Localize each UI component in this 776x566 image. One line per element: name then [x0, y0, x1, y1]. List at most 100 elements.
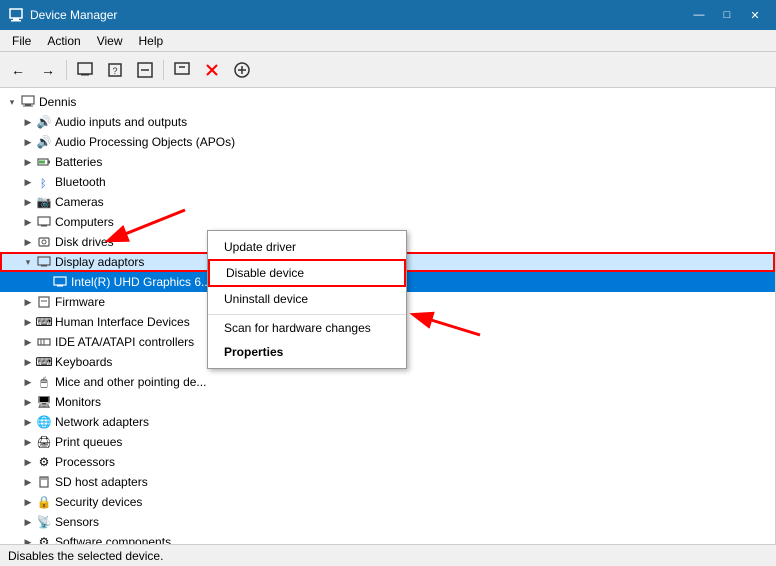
sd-icon: [36, 474, 52, 490]
expand-network: ▶: [20, 414, 36, 430]
tree-print[interactable]: ▶ 🖨 Print queues: [0, 432, 775, 452]
display-label: Display adaptors: [55, 255, 144, 269]
toolbar-add[interactable]: [228, 56, 256, 84]
title-bar-controls: — □ ✕: [686, 4, 768, 26]
status-bar: Disables the selected device.: [0, 544, 776, 566]
tree-sd[interactable]: ▶ SD host adapters: [0, 472, 775, 492]
apo-icon: 🔊: [36, 134, 52, 150]
expand-root: ▾: [4, 94, 20, 110]
ctx-update-driver[interactable]: Update driver: [208, 235, 406, 259]
expand-processors: ▶: [20, 454, 36, 470]
menu-action[interactable]: Action: [39, 32, 88, 50]
tree-computers[interactable]: ▶ Computers: [0, 212, 775, 232]
bluetooth-icon: ᛒ: [36, 174, 52, 190]
close-button[interactable]: ✕: [742, 4, 768, 26]
toolbar-update[interactable]: ?: [101, 56, 129, 84]
expand-apo: ▶: [20, 134, 36, 150]
ctx-uninstall-device[interactable]: Uninstall device: [208, 287, 406, 311]
toolbar-forward[interactable]: →: [34, 56, 62, 84]
menu-bar: File Action View Help: [0, 30, 776, 52]
tree-security[interactable]: ▶ 🔒 Security devices: [0, 492, 775, 512]
expand-keyboards: ▶: [20, 354, 36, 370]
camera-icon: 📷: [36, 194, 52, 210]
firmware-icon: [36, 294, 52, 310]
expand-hid: ▶: [20, 314, 36, 330]
toolbar-uninstall[interactable]: [198, 56, 226, 84]
expand-monitors: ▶: [20, 394, 36, 410]
network-icon: 🌐: [36, 414, 52, 430]
monitors-label: Monitors: [55, 395, 101, 409]
expand-sw-comp: ▶: [20, 534, 36, 544]
tree-network[interactable]: ▶ 🌐 Network adapters: [0, 412, 775, 432]
toolbar: ← → ?: [0, 52, 776, 88]
expand-cameras: ▶: [20, 194, 36, 210]
maximize-button[interactable]: □: [714, 4, 740, 26]
expand-disk: ▶: [20, 234, 36, 250]
tree-cameras[interactable]: ▶ 📷 Cameras: [0, 192, 775, 212]
expand-ide: ▶: [20, 334, 36, 350]
keyboard-icon: ⌨: [36, 354, 52, 370]
title-bar-left: Device Manager: [8, 7, 117, 23]
mice-icon: 🖱: [36, 374, 52, 390]
tree-root[interactable]: ▾ Dennis: [0, 92, 775, 112]
bluetooth-label: Bluetooth: [55, 175, 106, 189]
menu-help[interactable]: Help: [131, 32, 172, 50]
expand-bluetooth: ▶: [20, 174, 36, 190]
toolbar-back[interactable]: ←: [4, 56, 32, 84]
tree-sensors[interactable]: ▶ 📡 Sensors: [0, 512, 775, 532]
tree-monitors[interactable]: ▶ 🖥 Monitors: [0, 392, 775, 412]
intel-label: Intel(R) UHD Graphics 6...: [71, 275, 211, 289]
ide-icon: [36, 334, 52, 350]
display-icon: [36, 254, 52, 270]
menu-view[interactable]: View: [89, 32, 131, 50]
disk-icon: [36, 234, 52, 250]
sd-label: SD host adapters: [55, 475, 148, 489]
window-title: Device Manager: [30, 8, 117, 22]
expand-sd: ▶: [20, 474, 36, 490]
intel-icon: [52, 274, 68, 290]
tree-audio-processing[interactable]: ▶ 🔊 Audio Processing Objects (APOs): [0, 132, 775, 152]
menu-file[interactable]: File: [4, 32, 39, 50]
computer-icon: [20, 94, 36, 110]
network-label: Network adapters: [55, 415, 149, 429]
expand-batteries: ▶: [20, 154, 36, 170]
toolbar-scan[interactable]: [131, 56, 159, 84]
minimize-button[interactable]: —: [686, 4, 712, 26]
audio-inputs-label: Audio inputs and outputs: [55, 115, 187, 129]
apo-label: Audio Processing Objects (APOs): [55, 135, 235, 149]
expand-sensors: ▶: [20, 514, 36, 530]
monitors-icon: 🖥: [36, 394, 52, 410]
sensors-icon: 📡: [36, 514, 52, 530]
tree-processors[interactable]: ▶ ⚙ Processors: [0, 452, 775, 472]
context-menu: Update driver Disable device Uninstall d…: [207, 230, 407, 369]
cameras-label: Cameras: [55, 195, 104, 209]
expand-firmware: ▶: [20, 294, 36, 310]
toolbar-disable[interactable]: [168, 56, 196, 84]
computers-label: Computers: [55, 215, 114, 229]
expand-computers: ▶: [20, 214, 36, 230]
batteries-label: Batteries: [55, 155, 102, 169]
status-text: Disables the selected device.: [8, 549, 163, 563]
ctx-properties[interactable]: Properties: [208, 340, 406, 364]
toolbar-properties[interactable]: [71, 56, 99, 84]
print-icon: 🖨: [36, 434, 52, 450]
expand-audio: ▶: [20, 114, 36, 130]
processors-icon: ⚙: [36, 454, 52, 470]
tree-batteries[interactable]: ▶ Batteries: [0, 152, 775, 172]
title-bar: Device Manager — □ ✕: [0, 0, 776, 30]
tree-sw-components[interactable]: ▶ ⚙ Software components: [0, 532, 775, 544]
sensors-label: Sensors: [55, 515, 99, 529]
sw-comp-icon: ⚙: [36, 534, 52, 544]
expand-print: ▶: [20, 434, 36, 450]
expand-intel: [36, 274, 52, 290]
toolbar-separator-1: [66, 60, 67, 80]
app-icon: [8, 7, 24, 23]
ide-label: IDE ATA/ATAPI controllers: [55, 335, 194, 349]
mice-label: Mice and other pointing de...: [55, 375, 206, 389]
security-label: Security devices: [55, 495, 142, 509]
tree-mice[interactable]: ▶ 🖱 Mice and other pointing de...: [0, 372, 775, 392]
tree-bluetooth[interactable]: ▶ ᛒ Bluetooth: [0, 172, 775, 192]
ctx-disable-device[interactable]: Disable device: [208, 259, 406, 287]
tree-audio-inputs[interactable]: ▶ 🔊 Audio inputs and outputs: [0, 112, 775, 132]
ctx-scan-hardware[interactable]: Scan for hardware changes: [208, 314, 406, 340]
